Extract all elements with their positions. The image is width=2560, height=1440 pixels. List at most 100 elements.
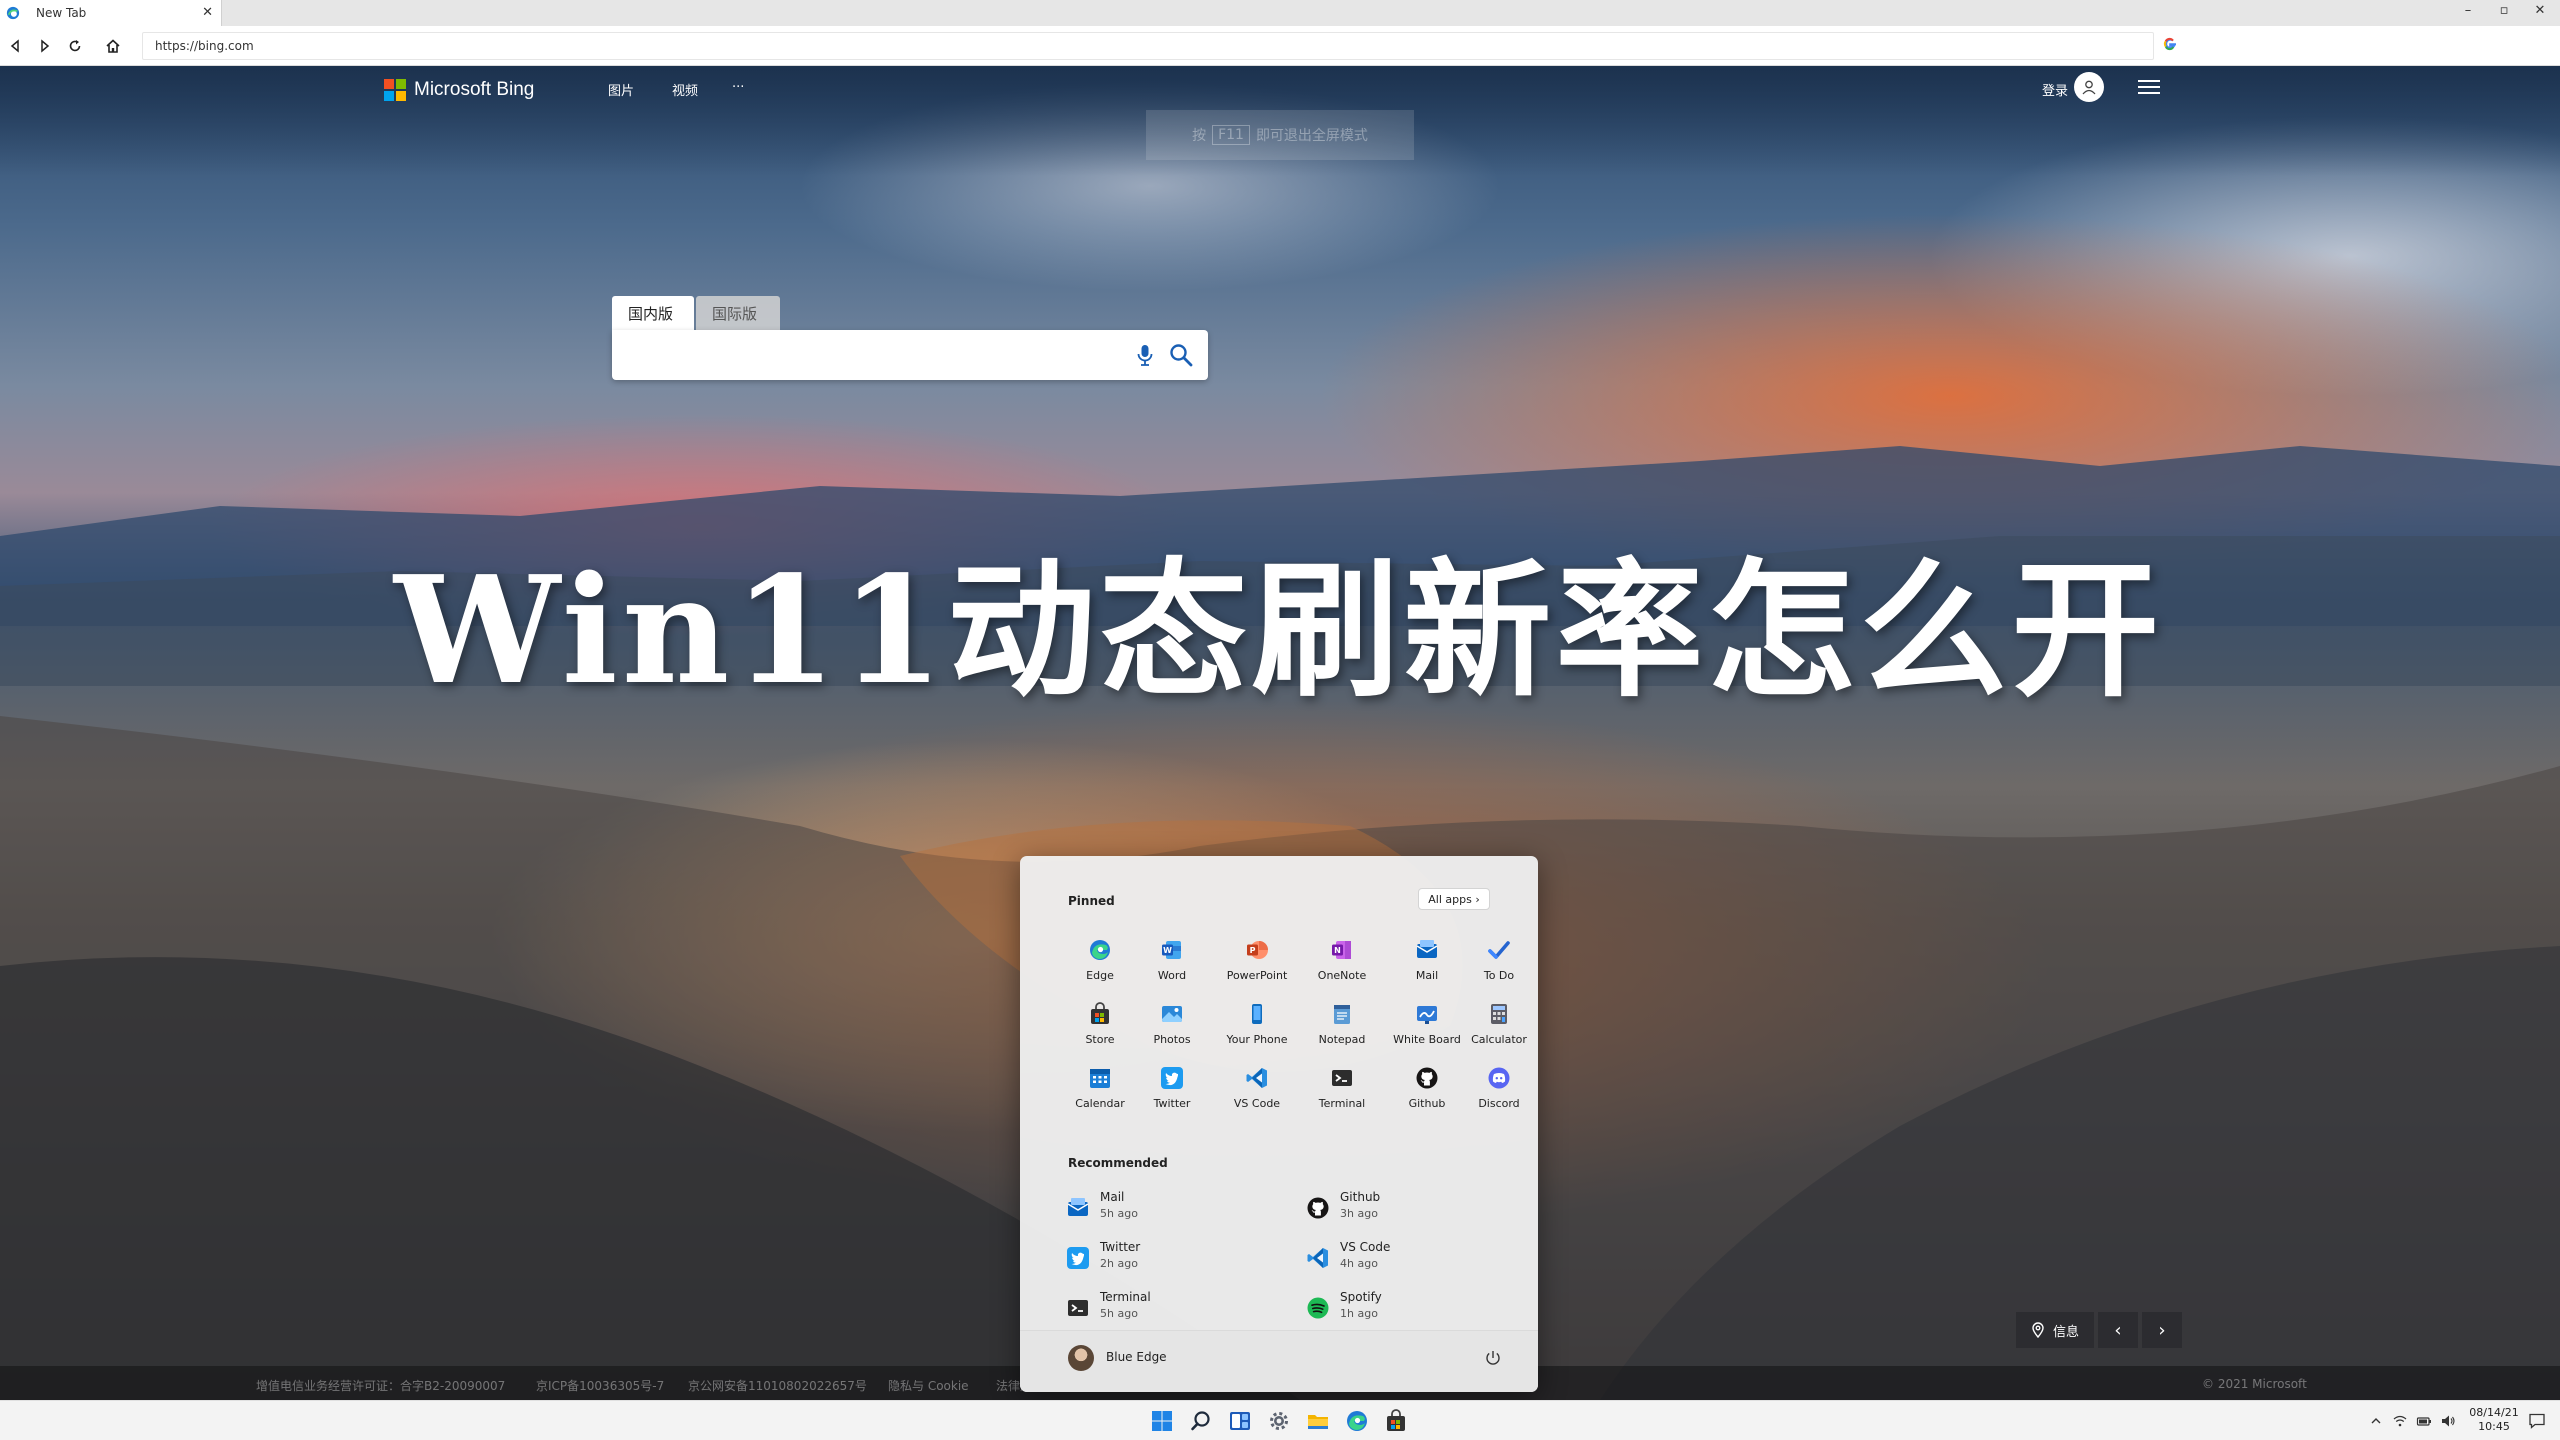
tab-title: New Tab: [36, 6, 87, 20]
pinned-app-label: Discord: [1478, 1097, 1520, 1110]
pinned-app-whiteboard[interactable]: White Board: [1388, 1002, 1466, 1056]
forward-icon[interactable]: [34, 35, 56, 57]
taskbar-time: 10:45: [2478, 1420, 2510, 1433]
mail-icon: [1416, 940, 1438, 958]
mail-icon: [1067, 1198, 1089, 1216]
recommended-item-mail[interactable]: Mail 5h ago: [1066, 1188, 1276, 1228]
pinned-app-label: Mail: [1415, 969, 1439, 982]
home-icon[interactable]: [102, 35, 124, 57]
pinned-app-todo[interactable]: To Do: [1460, 938, 1538, 992]
footer-icp[interactable]: 京ICP备10036305号-7: [536, 1377, 664, 1394]
google-icon[interactable]: [2162, 36, 2178, 52]
nav-more[interactable]: ···: [732, 80, 744, 95]
next-image-button[interactable]: ›: [2142, 1312, 2182, 1348]
tab-close-icon[interactable]: ✕: [202, 5, 213, 20]
footer-license[interactable]: 增值电信业务经营许可证：合字B2-20090007: [256, 1377, 505, 1394]
search-icon[interactable]: [1189, 1409, 1213, 1433]
pinned-app-label: Store: [1085, 1033, 1115, 1046]
widgets-icon[interactable]: [1228, 1409, 1252, 1433]
pinned-app-notepad[interactable]: Notepad: [1303, 1002, 1381, 1056]
settings-icon[interactable]: [1267, 1409, 1291, 1433]
taskbar-clock[interactable]: 08/14/21 10:45: [2464, 1406, 2524, 1434]
info-label: 信息: [2052, 1324, 2079, 1340]
pinned-app-mail[interactable]: Mail: [1388, 938, 1466, 992]
pinned-app-github[interactable]: Github: [1388, 1066, 1466, 1120]
chevron-up-icon[interactable]: [2368, 1413, 2384, 1429]
scope-tab-international[interactable]: 国际版: [696, 296, 780, 330]
pinned-app-label: OneNote: [1317, 969, 1367, 982]
pinned-app-photos[interactable]: Photos: [1133, 1002, 1211, 1056]
user-name[interactable]: Blue Edge: [1106, 1350, 1167, 1364]
footer-privacy[interactable]: 隐私与 Cookie: [888, 1377, 969, 1394]
terminal-icon: [1332, 1070, 1352, 1086]
nav-videos[interactable]: 视频: [672, 80, 698, 99]
store-icon[interactable]: [1384, 1409, 1408, 1433]
notification-icon[interactable]: [2528, 1412, 2546, 1430]
user-avatar-icon[interactable]: [2074, 72, 2104, 102]
reload-icon[interactable]: [64, 35, 86, 57]
recommended-item-github[interactable]: Github 3h ago: [1306, 1188, 1516, 1228]
pinned-app-calendar[interactable]: Calendar: [1061, 1066, 1139, 1120]
start-menu: Pinned All apps › Edge W Word P PowerPoi…: [1020, 856, 1538, 1392]
search-input[interactable]: [624, 340, 1124, 370]
scope-tab-domestic[interactable]: 国内版: [612, 296, 694, 330]
volume-icon[interactable]: [2440, 1413, 2456, 1429]
calculator-icon: [1491, 1004, 1507, 1024]
recommended-item-twitter[interactable]: Twitter 2h ago: [1066, 1238, 1276, 1278]
fullscreen-toast: 按 F11 即可退出全屏模式: [1146, 110, 1414, 160]
all-apps-button[interactable]: All apps ›: [1418, 888, 1490, 910]
pinned-app-terminal[interactable]: Terminal: [1303, 1066, 1381, 1120]
previous-image-button[interactable]: ‹: [2098, 1312, 2138, 1348]
search-icon[interactable]: [1168, 342, 1194, 368]
powerpoint-icon: P: [1247, 941, 1268, 959]
pinned-app-label: PowerPoint: [1226, 969, 1288, 982]
wifi-icon[interactable]: [2392, 1413, 2408, 1429]
pinned-app-vscode[interactable]: VS Code: [1218, 1066, 1296, 1120]
window-close-icon[interactable]: ✕: [2526, 3, 2554, 18]
pinned-app-label: White Board: [1393, 1033, 1461, 1046]
notepad-icon: [1334, 1005, 1350, 1024]
recommended-item-spotify[interactable]: Spotify 1h ago: [1306, 1288, 1516, 1328]
terminal-icon: [1068, 1300, 1088, 1316]
taskbar: 08/14/21 10:45: [0, 1400, 2560, 1440]
bing-logo[interactable]: Microsoft Bing: [384, 78, 534, 102]
footer-police[interactable]: 京公网安备11010802022657号: [688, 1377, 867, 1394]
store-icon: [1091, 1002, 1109, 1024]
pinned-app-powerpoint[interactable]: P PowerPoint: [1218, 938, 1296, 992]
login-link[interactable]: 登录: [2042, 80, 2068, 99]
maximize-icon[interactable]: ▫: [2490, 3, 2518, 18]
pinned-app-word[interactable]: W Word: [1133, 938, 1211, 992]
twitter-icon: [1067, 1247, 1089, 1269]
minimize-icon[interactable]: –: [2454, 3, 2482, 18]
microphone-icon[interactable]: [1132, 342, 1158, 368]
browser-tab[interactable]: New Tab ✕: [0, 0, 222, 26]
pinned-app-twitter[interactable]: Twitter: [1133, 1066, 1211, 1120]
edge-icon[interactable]: [1345, 1409, 1369, 1433]
start-icon[interactable]: [1150, 1409, 1174, 1433]
battery-icon[interactable]: [2416, 1413, 2432, 1429]
image-info-button[interactable]: 信息: [2016, 1312, 2094, 1348]
pinned-app-onenote[interactable]: N OneNote: [1303, 938, 1381, 992]
recommended-item-vscode[interactable]: VS Code 4h ago: [1306, 1238, 1516, 1278]
pinned-app-calculator[interactable]: Calculator: [1460, 1002, 1538, 1056]
file-explorer-icon[interactable]: [1306, 1409, 1330, 1433]
vscode-icon: [1307, 1248, 1328, 1268]
power-icon[interactable]: [1484, 1349, 1502, 1367]
pinned-app-label: Github: [1408, 1097, 1446, 1110]
back-icon[interactable]: [4, 35, 26, 57]
pinned-app-discord[interactable]: Discord: [1460, 1066, 1538, 1120]
bing-brand-text: Microsoft Bing: [414, 79, 535, 100]
svg-text:P: P: [1250, 946, 1256, 955]
recommended-item-terminal[interactable]: Terminal 5h ago: [1066, 1288, 1276, 1328]
taskbar-date: 08/14/21: [2469, 1406, 2519, 1419]
address-bar[interactable]: https://bing.com: [142, 32, 2154, 60]
pinned-app-store[interactable]: Store: [1061, 1002, 1139, 1056]
menu-icon[interactable]: [2138, 77, 2160, 97]
github-icon: [1307, 1197, 1329, 1219]
nav-images[interactable]: 图片: [608, 80, 634, 99]
pinned-app-label: Twitter: [1153, 1097, 1191, 1110]
user-avatar[interactable]: [1068, 1345, 1094, 1371]
pinned-app-your-phone[interactable]: Your Phone: [1218, 1002, 1296, 1056]
pinned-app-edge[interactable]: Edge: [1061, 938, 1139, 992]
recommended-name: Twitter: [1100, 1240, 1141, 1254]
